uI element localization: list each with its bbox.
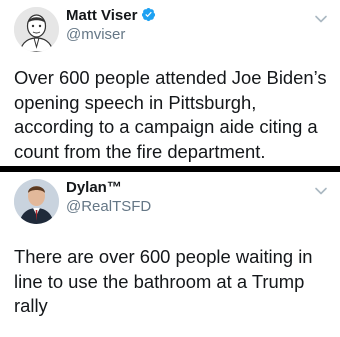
tweet-text: Over 600 people attended Joe Biden’s ope… <box>14 67 327 162</box>
author-handle[interactable]: @mviser <box>66 26 125 43</box>
chevron-down-icon[interactable] <box>314 12 328 26</box>
tweet-card-2[interactable]: Dylan™ @RealTSFD There are over 600 peop… <box>0 172 340 337</box>
tweet-card-1[interactable]: Matt Viser @mviser Over 600 people atten… <box>0 0 340 166</box>
author-name[interactable]: Dylan™ <box>66 179 122 196</box>
avatar[interactable] <box>14 179 59 224</box>
avatar-portrait-icon <box>14 179 59 224</box>
verified-badge-icon <box>142 7 156 22</box>
avatar-portrait-icon <box>14 7 59 52</box>
author-handle[interactable]: @RealTSFD <box>66 198 151 215</box>
avatar[interactable] <box>14 7 59 52</box>
author-name[interactable]: Matt Viser <box>66 7 156 24</box>
tweet-text: There are over 600 people waiting in lin… <box>14 246 313 316</box>
chevron-down-icon[interactable] <box>314 184 328 198</box>
